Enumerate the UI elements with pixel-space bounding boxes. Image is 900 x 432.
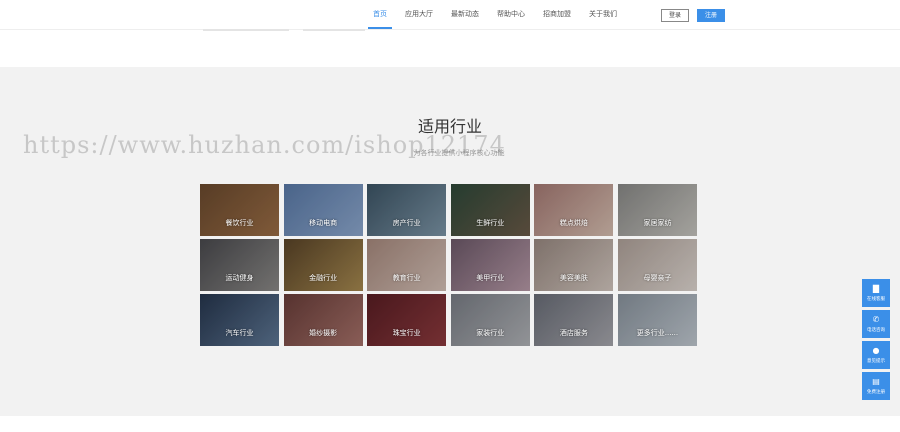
nav-item-help[interactable]: 帮助中心	[488, 8, 534, 28]
industry-tile-label: 更多行业......	[636, 329, 679, 337]
industry-tile[interactable]: 婚纱摄影	[283, 294, 363, 346]
industry-tile[interactable]: 教育行业	[367, 239, 447, 291]
register-icon: ▤	[872, 377, 880, 386]
scrolled-content-remnant	[303, 29, 365, 31]
industry-tile-label: 母婴亲子	[643, 274, 672, 282]
industry-tile-label: 汽车行业	[225, 329, 254, 337]
industry-tile-label: 移动电商	[309, 219, 338, 227]
feedback-icon: ●	[872, 346, 880, 355]
login-button[interactable]: 登录	[661, 9, 689, 22]
nav-item-news[interactable]: 最新动态	[442, 8, 488, 28]
sidebar-button[interactable]: ✆ 电话咨询	[862, 310, 890, 338]
sidebar-button[interactable]: ▇ 在线客服	[862, 279, 890, 307]
industry-tile-label: 金融行业	[309, 274, 338, 282]
industry-tile[interactable]: 生鲜行业	[450, 184, 530, 236]
industry-tile-label: 生鲜行业	[476, 219, 505, 227]
industry-tile-label: 婚纱摄影	[309, 329, 338, 337]
phone-icon: ✆	[872, 315, 880, 324]
scrolled-content-remnant	[203, 29, 289, 31]
industry-tile-label: 珠宝行业	[392, 329, 421, 337]
industry-tile-label: 教育行业	[392, 274, 421, 282]
nav-item-app-hall[interactable]: 应用大厅	[396, 8, 442, 28]
floating-sidebar: ▇ 在线客服 ✆ 电话咨询 ● 意见提示 ▤ 免费注册	[862, 279, 890, 400]
industry-tile-label: 家装行业	[476, 329, 505, 337]
industry-tile[interactable]: 美甲行业	[450, 239, 530, 291]
industry-tile[interactable]: 家装行业	[450, 294, 530, 346]
industry-tile[interactable]: 餐饮行业	[200, 184, 279, 236]
industry-tile-label: 美甲行业	[476, 274, 505, 282]
industry-tile-label: 糕点烘焙	[559, 219, 588, 227]
nav-item-about[interactable]: 关于我们	[580, 8, 626, 28]
watermark-text: https://www.huzhan.com/ishop12174	[23, 131, 506, 159]
chat-icon: ▇	[872, 284, 880, 293]
nav-item-franchise[interactable]: 招商加盟	[534, 8, 580, 28]
main-nav: 首页 应用大厅 最新动态 帮助中心 招商加盟 关于我们	[364, 8, 626, 29]
industry-tile[interactable]: 金融行业	[283, 239, 363, 291]
industry-tile[interactable]: 酒店服务	[534, 294, 614, 346]
top-nav-bar: 首页 应用大厅 最新动态 帮助中心 招商加盟 关于我们 登录 注册	[0, 0, 900, 30]
industry-tile-label: 运动健身	[225, 274, 254, 282]
industry-tile-label: 酒店服务	[559, 329, 588, 337]
industry-tile-label: 餐饮行业	[225, 219, 254, 227]
industry-tile[interactable]: 美容美肤	[534, 239, 614, 291]
industry-tile[interactable]: 房产行业	[367, 184, 447, 236]
industry-tile[interactable]: 更多行业......	[617, 294, 697, 346]
industry-tile-label: 美容美肤	[559, 274, 588, 282]
industry-tile[interactable]: 母婴亲子	[617, 239, 697, 291]
nav-item-home[interactable]: 首页	[364, 8, 396, 29]
industry-grid: 餐饮行业 移动电商 房产行业 生鲜行业 糕点烘焙 家居家纺运动健身 金融行业 教育行业 美甲行业…	[200, 184, 697, 346]
industry-tile[interactable]: 糕点烘焙	[534, 184, 614, 236]
industry-tile[interactable]: 汽车行业	[200, 294, 279, 346]
industry-tile-label: 房产行业	[392, 219, 421, 227]
industry-tile[interactable]: 移动电商	[283, 184, 363, 236]
sidebar-button-label: 在线客服	[867, 297, 885, 302]
industry-tile[interactable]: 家居家纺	[617, 184, 697, 236]
sidebar-button-label: 免费注册	[867, 390, 885, 395]
industry-tile[interactable]: 珠宝行业	[367, 294, 447, 346]
industry-tile[interactable]: 运动健身	[200, 239, 279, 291]
register-button[interactable]: 注册	[697, 9, 725, 22]
sidebar-button-label: 电话咨询	[867, 328, 885, 333]
industry-tile-label: 家居家纺	[643, 219, 672, 227]
sidebar-button[interactable]: ● 意见提示	[862, 341, 890, 369]
sidebar-button[interactable]: ▤ 免费注册	[862, 372, 890, 400]
sidebar-button-label: 意见提示	[867, 359, 885, 364]
